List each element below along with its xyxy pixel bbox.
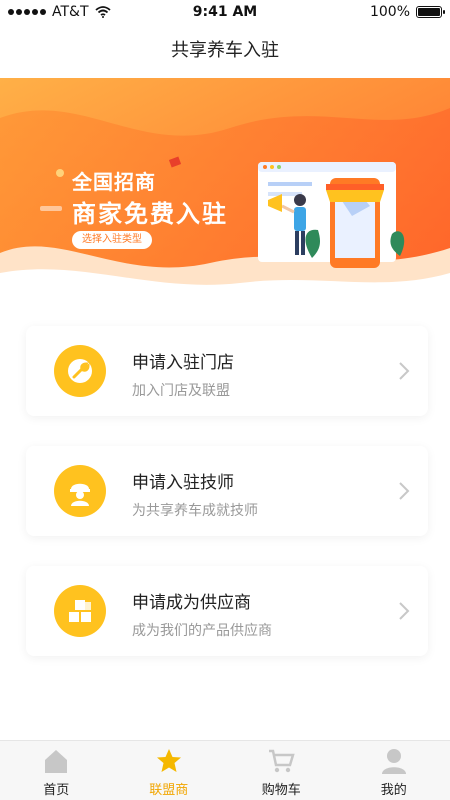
battery-group: 100% (369, 4, 445, 20)
card-title: 申请入驻门店 (132, 353, 234, 373)
banner-illustration (0, 78, 450, 302)
tab-home[interactable]: 首页 (0, 741, 113, 800)
wrench-icon (54, 345, 106, 397)
chevron-right-icon (399, 482, 410, 500)
battery-icon (416, 6, 445, 18)
tab-cart[interactable]: 购物车 (225, 741, 338, 800)
apply-technician-card[interactable]: 申请入驻技师 为共享养车成就技师 (26, 446, 428, 536)
page-title: 共享养车入驻 (171, 40, 279, 61)
boxes-icon (54, 585, 106, 637)
home-icon (45, 750, 68, 773)
card-title: 申请成为供应商 (132, 593, 251, 613)
tab-mine[interactable]: 我的 (338, 741, 450, 800)
worker-icon (54, 465, 106, 517)
card-subtitle: 为共享养车成就技师 (132, 503, 258, 519)
star-icon (156, 749, 181, 772)
tab-label: 我的 (380, 783, 407, 798)
banner-title-line2: 商家免费入驻 (72, 200, 228, 228)
user-icon (381, 749, 406, 774)
card-title: 申请入驻技师 (132, 473, 234, 493)
chevron-right-icon (399, 362, 410, 380)
card-subtitle: 加入门店及联盟 (132, 383, 230, 399)
card-subtitle: 成为我们的产品供应商 (132, 623, 272, 639)
apply-supplier-card[interactable]: 申请成为供应商 成为我们的产品供应商 (26, 566, 428, 656)
chevron-right-icon (399, 602, 410, 620)
status-bar: AT&T 9:41 AM 100% (0, 0, 450, 24)
tab-label: 购物车 (261, 783, 301, 798)
select-type-button[interactable]: 选择入驻类型 (72, 231, 152, 249)
promo-banner[interactable]: 全国招商 商家免费入驻 选择入驻类型 (0, 78, 450, 302)
battery-percent: 100% (369, 4, 410, 20)
tab-label: 首页 (43, 783, 70, 798)
tab-label: 联盟商 (149, 783, 189, 798)
apply-store-card[interactable]: 申请入驻门店 加入门店及联盟 (26, 326, 428, 416)
tab-alliance[interactable]: 联盟商 (113, 741, 226, 800)
tab-bar: 首页 联盟商 购物车 我的 (0, 740, 450, 800)
banner-title-line1: 全国招商 (72, 170, 156, 194)
cart-icon (269, 749, 295, 773)
